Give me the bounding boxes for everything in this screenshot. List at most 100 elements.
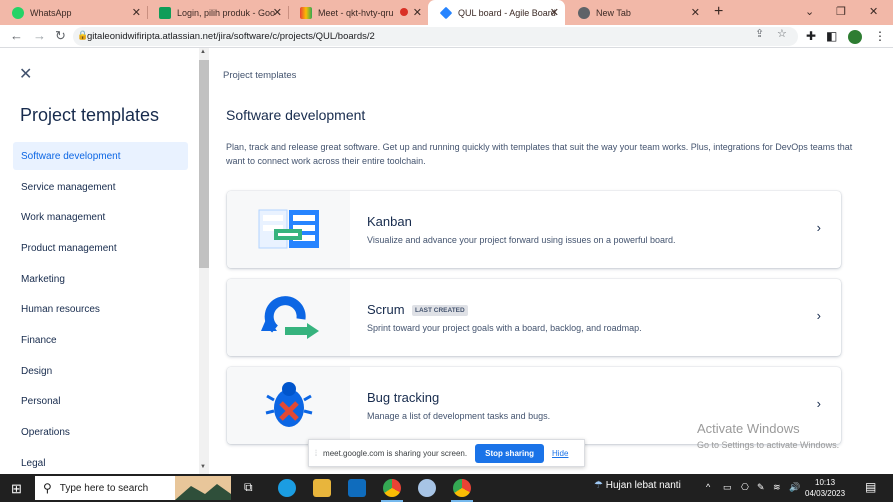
back-icon[interactable]: ← — [10, 28, 23, 43]
task-view-icon[interactable]: ⧉ — [244, 480, 253, 495]
bug-icon — [265, 382, 313, 427]
sidebar-item-work-management[interactable]: Work management — [13, 203, 188, 231]
url-text: gitaleonidwifiripta.atlassian.net/jira/s… — [87, 31, 375, 42]
new-tab-button[interactable]: + — [714, 3, 723, 21]
scroll-down-icon[interactable]: ▼ — [200, 464, 206, 470]
tab-title: New Tab — [596, 7, 631, 18]
bookmark-star-icon[interactable]: ☆ — [777, 27, 787, 40]
chrome-icon — [578, 6, 590, 19]
template-card-kanban[interactable]: Kanban Visualize and advance your projec… — [227, 191, 841, 268]
template-description: Manage a list of development tasks and b… — [367, 411, 551, 421]
sidebar-item-finance[interactable]: Finance — [13, 326, 188, 354]
kanban-illustration — [227, 191, 350, 268]
edge-icon[interactable] — [278, 479, 296, 497]
weather-icon: ☂ — [594, 480, 603, 491]
taskbar-clock[interactable]: 10:13 04/03/2023 — [805, 477, 845, 499]
forward-icon[interactable]: → — [33, 28, 46, 43]
sidebar-item-design[interactable]: Design — [13, 357, 188, 385]
close-icon[interactable]: ✕ — [19, 64, 32, 84]
show-hidden-icons-icon[interactable]: ^ — [706, 482, 710, 492]
sidebar-item-personal[interactable]: Personal — [13, 387, 188, 415]
tab-title: Meet - qkt-hvty-qru — [318, 7, 394, 18]
sheets-icon — [159, 6, 171, 19]
sidebar-item-human-resources[interactable]: Human resources — [13, 295, 188, 323]
sidebar-item-service-management[interactable]: Service management — [13, 173, 188, 201]
template-name: Scrum — [367, 302, 405, 317]
breadcrumb[interactable]: Project templates — [223, 70, 296, 81]
weather-widget[interactable]: ☂ Hujan lebat nanti — [594, 480, 681, 491]
weather-text: Hujan lebat nanti — [605, 480, 681, 491]
tab-title: QUL board - Agile Board — [458, 7, 556, 18]
template-description: Visualize and advance your project forwa… — [367, 235, 676, 245]
meet-icon — [300, 6, 312, 19]
address-bar[interactable]: 🔒 gitaleonidwifiripta.atlassian.net/jira… — [73, 27, 798, 46]
sidebar-title: Project templates — [20, 105, 160, 125]
taskbar-search[interactable]: ⚲ Type here to search — [35, 476, 231, 500]
profile-avatar[interactable] — [848, 30, 862, 44]
close-window-icon[interactable]: ✕ — [869, 5, 878, 18]
scrollbar-thumb[interactable] — [199, 60, 209, 268]
file-explorer-icon[interactable] — [313, 479, 331, 497]
sidebar-item-operations[interactable]: Operations — [13, 418, 188, 446]
template-description: Sprint toward your project goals with a … — [367, 323, 642, 333]
chevron-right-icon: › — [816, 396, 821, 411]
mail-icon[interactable] — [348, 479, 366, 497]
side-panel-icon[interactable]: ◧ — [826, 29, 837, 43]
tab-new-tab[interactable]: New Tab ✕ — [566, 0, 706, 25]
sidebar-item-software-development[interactable]: Software development — [13, 142, 188, 170]
scrum-cycle-icon — [261, 296, 319, 339]
restore-window-icon[interactable]: ❐ — [836, 5, 846, 18]
search-icon: ⚲ — [43, 481, 52, 495]
page-description: Plan, track and release great software. … — [226, 142, 853, 166]
notifications-icon[interactable]: ▤ — [865, 480, 876, 494]
close-icon[interactable]: ✕ — [550, 6, 559, 19]
hide-link[interactable]: Hide — [552, 449, 568, 458]
menu-icon[interactable]: ⋮ — [874, 29, 886, 43]
chevron-right-icon: › — [816, 308, 821, 323]
usb-icon[interactable]: ⎔ — [741, 482, 749, 493]
template-name: Bug tracking — [367, 390, 440, 405]
whatsapp-icon — [12, 6, 24, 19]
tab-qul-board[interactable]: QUL board - Agile Board ✕ — [428, 0, 565, 25]
drag-handle-icon[interactable]: ⦙ — [315, 448, 317, 459]
sidebar-item-marketing[interactable]: Marketing — [13, 265, 188, 293]
windows-start-icon[interactable]: ⊞ — [11, 481, 22, 497]
stop-sharing-button[interactable]: Stop sharing — [475, 443, 544, 463]
close-icon[interactable]: ✕ — [273, 6, 282, 19]
chrome-icon[interactable] — [383, 479, 401, 497]
share-icon[interactable]: ⇪ — [755, 27, 764, 40]
templates-sidebar: ✕ Project templates Software development… — [0, 48, 197, 474]
bug-tracking-illustration — [227, 367, 350, 444]
sidebar-item-product-management[interactable]: Product management — [13, 234, 188, 262]
snipping-tool-icon[interactable] — [418, 479, 436, 497]
tab-search-icon[interactable]: ⌄ — [805, 5, 814, 18]
template-card-scrum[interactable]: Scrum LAST CREATED Sprint toward your pr… — [227, 279, 841, 356]
last-created-badge: LAST CREATED — [412, 305, 468, 316]
chrome-profile-icon[interactable] — [453, 479, 471, 497]
search-placeholder: Type here to search — [59, 482, 149, 494]
pen-icon[interactable]: ✎ — [757, 482, 765, 493]
sidebar-item-legal[interactable]: Legal — [13, 449, 188, 477]
close-icon[interactable]: ✕ — [132, 6, 141, 19]
kanban-board-icon — [258, 209, 319, 249]
close-icon[interactable]: ✕ — [691, 6, 700, 19]
tab-meet[interactable]: Meet - qkt-hvty-qru ✕ — [288, 0, 428, 25]
tab-strip: WhatsApp ✕ Login, pilih produk - Goo ✕ M… — [0, 0, 893, 25]
activate-windows-title: Activate Windows — [697, 421, 800, 436]
windows-taskbar: ⊞ ⚲ Type here to search ⧉ ☂ Hujan lebat … — [0, 474, 893, 502]
battery-icon[interactable]: ▭ — [723, 482, 732, 493]
extensions-icon[interactable]: ✚ — [806, 29, 816, 43]
volume-icon[interactable]: 🔊 — [789, 482, 800, 493]
wifi-icon[interactable]: ≋ — [773, 482, 781, 493]
tab-login[interactable]: Login, pilih produk - Goo ✕ — [147, 0, 288, 25]
reload-icon[interactable]: ↻ — [55, 28, 66, 44]
tab-whatsapp[interactable]: WhatsApp ✕ — [0, 0, 147, 25]
template-name: Kanban — [367, 214, 412, 229]
jira-icon — [439, 6, 453, 19]
close-icon[interactable]: ✕ — [413, 6, 422, 19]
scroll-up-icon[interactable]: ▲ — [200, 49, 206, 55]
clock-time: 10:13 — [815, 478, 836, 487]
tab-title: WhatsApp — [30, 7, 72, 18]
recording-icon — [400, 8, 408, 16]
page-title: Software development — [226, 107, 366, 123]
